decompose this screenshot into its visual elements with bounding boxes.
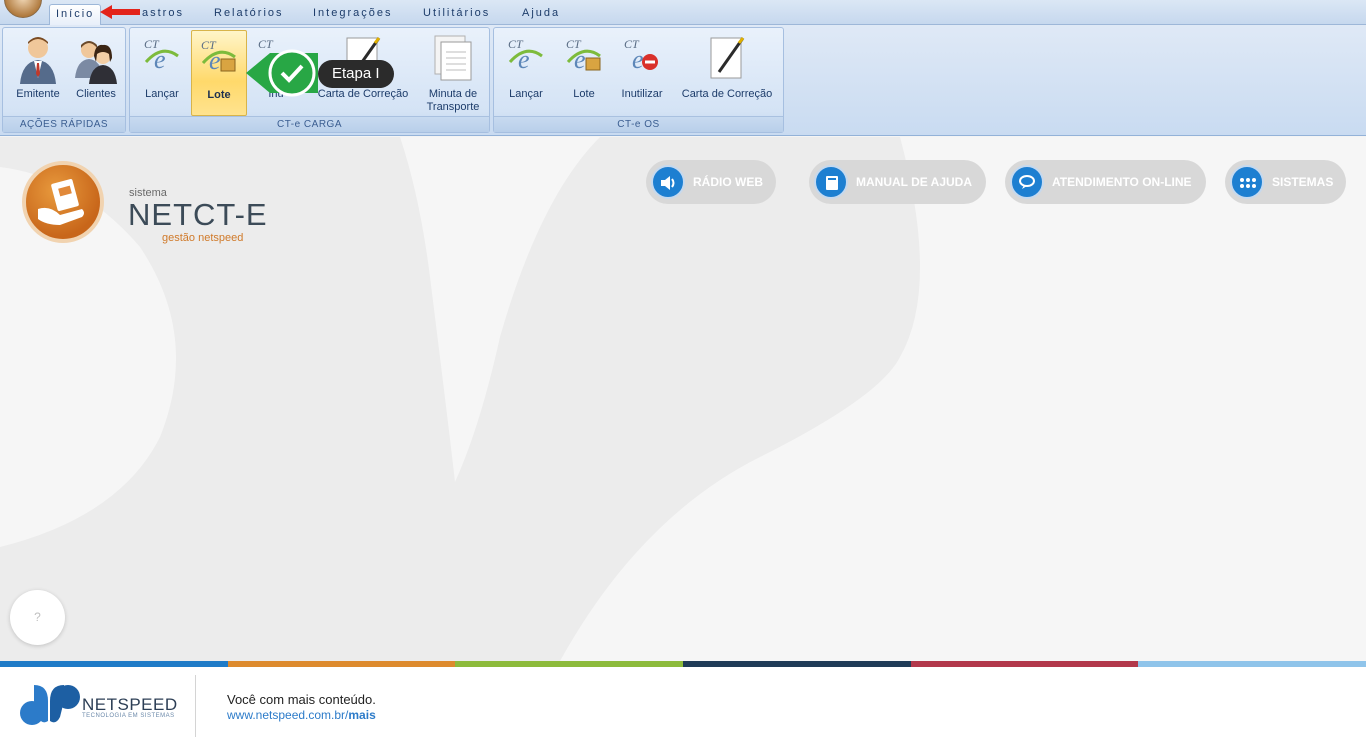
help-bubble-button[interactable]: ? [10,590,65,645]
os-inutilizar-label: Inutilizar [621,88,663,100]
tab-utilitarios[interactable]: Utilitários [417,4,496,25]
clientes-button[interactable]: Clientes [65,30,127,116]
os-carta-label: Carta de Correção [681,88,773,100]
brand-name: NETCT-E [128,197,268,232]
document-pages-icon [434,35,472,81]
group-acoes-rapidas: Emitente Clientes AÇÕES RÁPIDAS [2,27,126,133]
sistemas-button[interactable]: SISTEMAS [1225,160,1346,204]
os-carta-correcao-button[interactable]: Carta de Correção [680,30,774,116]
carga-lancar-label: Lançar [145,88,179,100]
carga-lancar-button[interactable]: CT e Lançar [134,30,190,116]
person-icon [20,37,56,84]
tab-ajuda[interactable]: Ajuda [516,4,566,25]
footer-link-bold[interactable]: mais [348,708,375,722]
main-content: sistema NETCT-E gestão netspeed RÁDIO WE… [0,137,1366,661]
os-lancar-button[interactable]: CT e Lançar [498,30,554,116]
minuta-line-2: Transporte [426,101,480,113]
app-menu-button[interactable] [4,0,42,18]
footer: NETSPEED TECNOLOGIA EM SISTEMAS Você com… [0,667,1366,745]
cte-batch-icon: CT e [201,38,236,75]
footer-link[interactable]: www.netspeed.com.br/mais [227,708,376,722]
atendimento-online-label: ATENDIMENTO ON-LINE [1052,175,1192,189]
os-lote-button[interactable]: CT e Lote [556,30,612,116]
cte-document-icon: CT e [508,37,543,74]
netspeed-name: NETSPEED [82,695,178,714]
radio-web-label: RÁDIO WEB [693,175,763,189]
svg-text:e: e [632,45,644,74]
tab-relatorios[interactable]: Relatórios [208,4,290,25]
carga-minuta-label: Minuta de Transporte [420,88,486,114]
carga-minuta-button[interactable]: Minuta de Transporte [420,30,486,116]
carga-carta-label: Carta de Correção [317,88,409,100]
grid-dots-icon [1230,165,1264,199]
book-icon [814,165,848,199]
tab-integracoes[interactable]: Integrações [307,4,398,25]
emitente-label: Emitente [16,88,60,100]
tutorial-step-tooltip: Etapa I [318,60,394,88]
group-label-acoes: AÇÕES RÁPIDAS [3,116,125,132]
group-label-carga: CT-e CARGA [130,116,489,132]
minuta-line-1: Minuta de [428,88,478,100]
ribbon-tab-bar: Início astros Relatórios Integrações Uti… [0,0,1366,26]
svg-text:e: e [574,45,586,74]
radio-web-button[interactable]: RÁDIO WEB [646,160,776,204]
netspeed-logo-icon[interactable] [18,681,80,727]
document-edit-icon [710,37,745,79]
group-label-os: CT-e OS [494,116,783,132]
emitente-button[interactable]: Emitente [7,30,69,116]
cte-cancel-icon: CT e [624,37,658,74]
carga-lote-button[interactable]: CT e Lote [191,30,247,116]
svg-text:e: e [209,46,221,75]
netcte-logo [22,161,104,243]
document-hand-icon [38,179,84,225]
manual-ajuda-label: MANUAL DE AJUDA [856,175,973,189]
svg-text:e: e [518,45,530,74]
manual-ajuda-button[interactable]: MANUAL DE AJUDA [809,160,986,204]
chat-icon [1010,165,1044,199]
os-lancar-label: Lançar [509,88,543,100]
svg-text:e: e [154,45,166,74]
carga-lote-label: Lote [207,89,231,101]
ribbon: Emitente Clientes AÇÕES RÁPIDAS CT e Lan… [0,25,1366,136]
speaker-icon [651,165,685,199]
tab-cadastros[interactable]: astros [136,4,190,25]
os-inutilizar-button[interactable]: CT e Inutilizar [614,30,670,116]
os-lote-label: Lote [573,88,595,100]
clientes-label: Clientes [76,88,116,100]
tab-inicio[interactable]: Início [49,4,102,26]
users-icon [75,41,117,84]
footer-link-base[interactable]: www.netspeed.com.br/ [227,708,348,722]
sistemas-label: SISTEMAS [1272,175,1334,189]
netspeed-tagline: TECNOLOGIA EM SISTEMAS [82,713,175,719]
cte-batch-icon: CT e [566,37,601,74]
group-cte-os: CT e Lançar CT e Lote CT e Inutilizar Ca… [493,27,784,133]
brand-tagline: gestão netspeed [162,232,244,244]
cte-document-icon: CT e [144,37,179,74]
footer-divider [195,675,196,737]
arrow-left-icon [100,5,140,19]
footer-message: Você com mais conteúdo. [227,692,376,707]
check-icon [246,49,318,97]
atendimento-online-button[interactable]: ATENDIMENTO ON-LINE [1005,160,1206,204]
